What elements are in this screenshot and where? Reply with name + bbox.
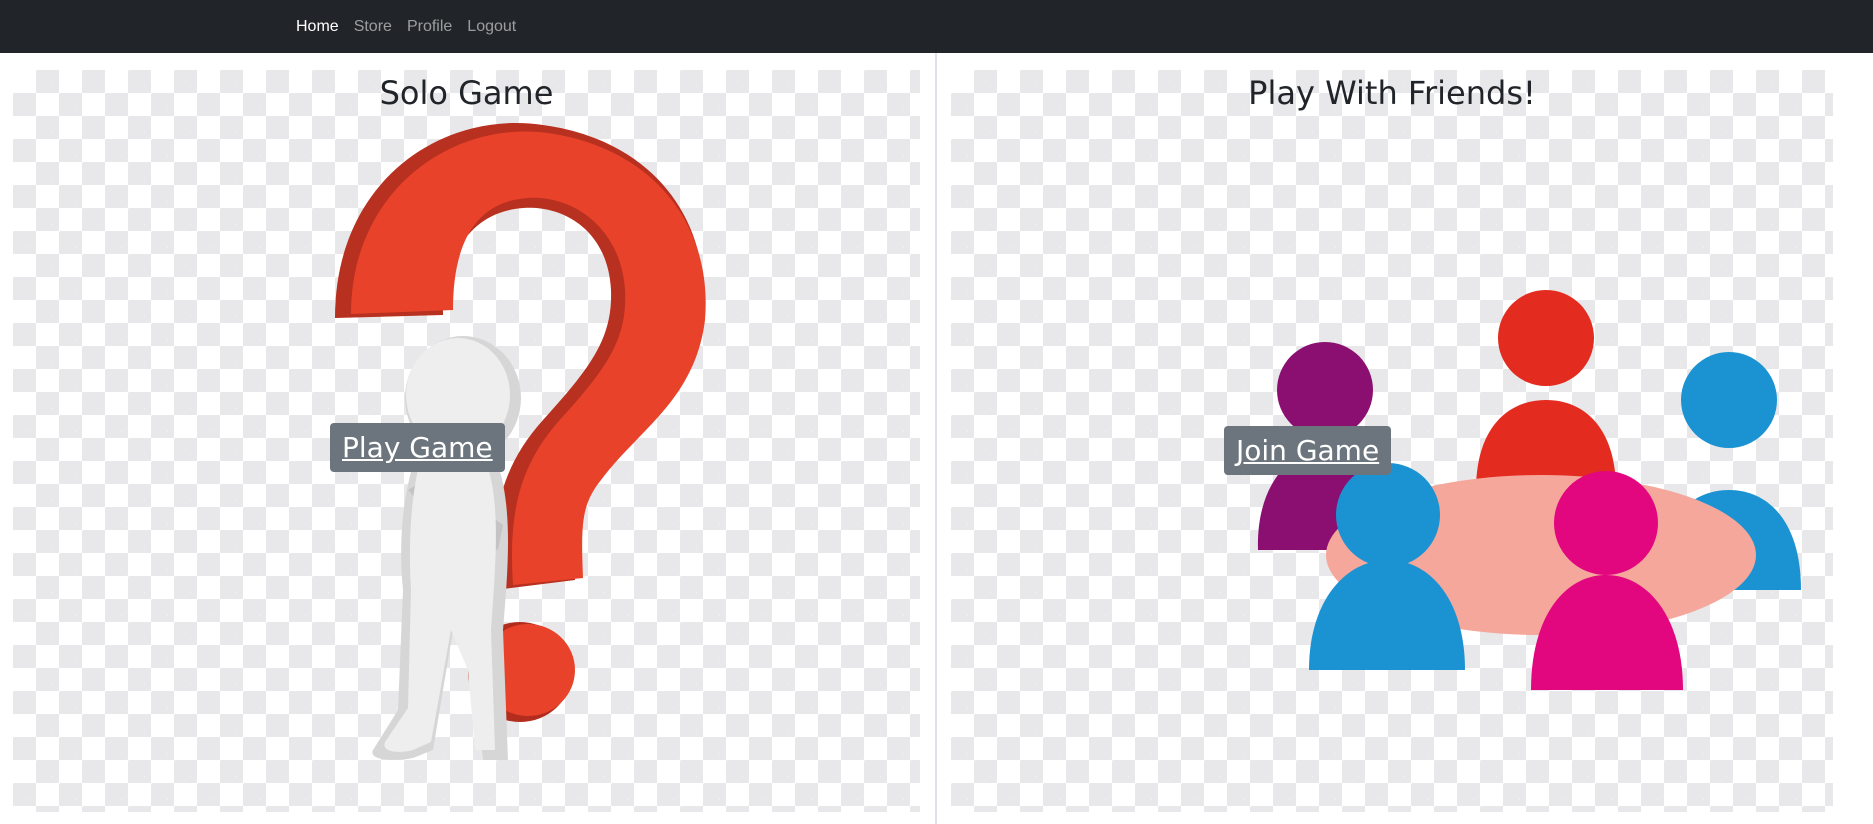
- join-game-button[interactable]: Join Game: [1224, 426, 1392, 475]
- play-game-button[interactable]: Play Game: [330, 423, 505, 472]
- top-navbar: Home Store Profile Logout: [0, 0, 1873, 53]
- solo-game-title: Solo Game: [379, 74, 554, 112]
- nav-link-profile[interactable]: Profile: [407, 18, 452, 36]
- friends-game-title: Play With Friends!: [1248, 74, 1536, 112]
- column-divider: [935, 53, 937, 824]
- group-table-icon: [1257, 290, 1801, 690]
- nav-link-home[interactable]: Home: [296, 18, 339, 36]
- nav-link-store[interactable]: Store: [354, 18, 392, 36]
- friends-game-card: Play With Friends! Join Game: [951, 70, 1833, 812]
- nav-links: Home Store Profile Logout: [296, 0, 531, 53]
- solo-game-card: Solo Game Play Game: [13, 70, 920, 812]
- nav-link-logout[interactable]: Logout: [467, 18, 516, 36]
